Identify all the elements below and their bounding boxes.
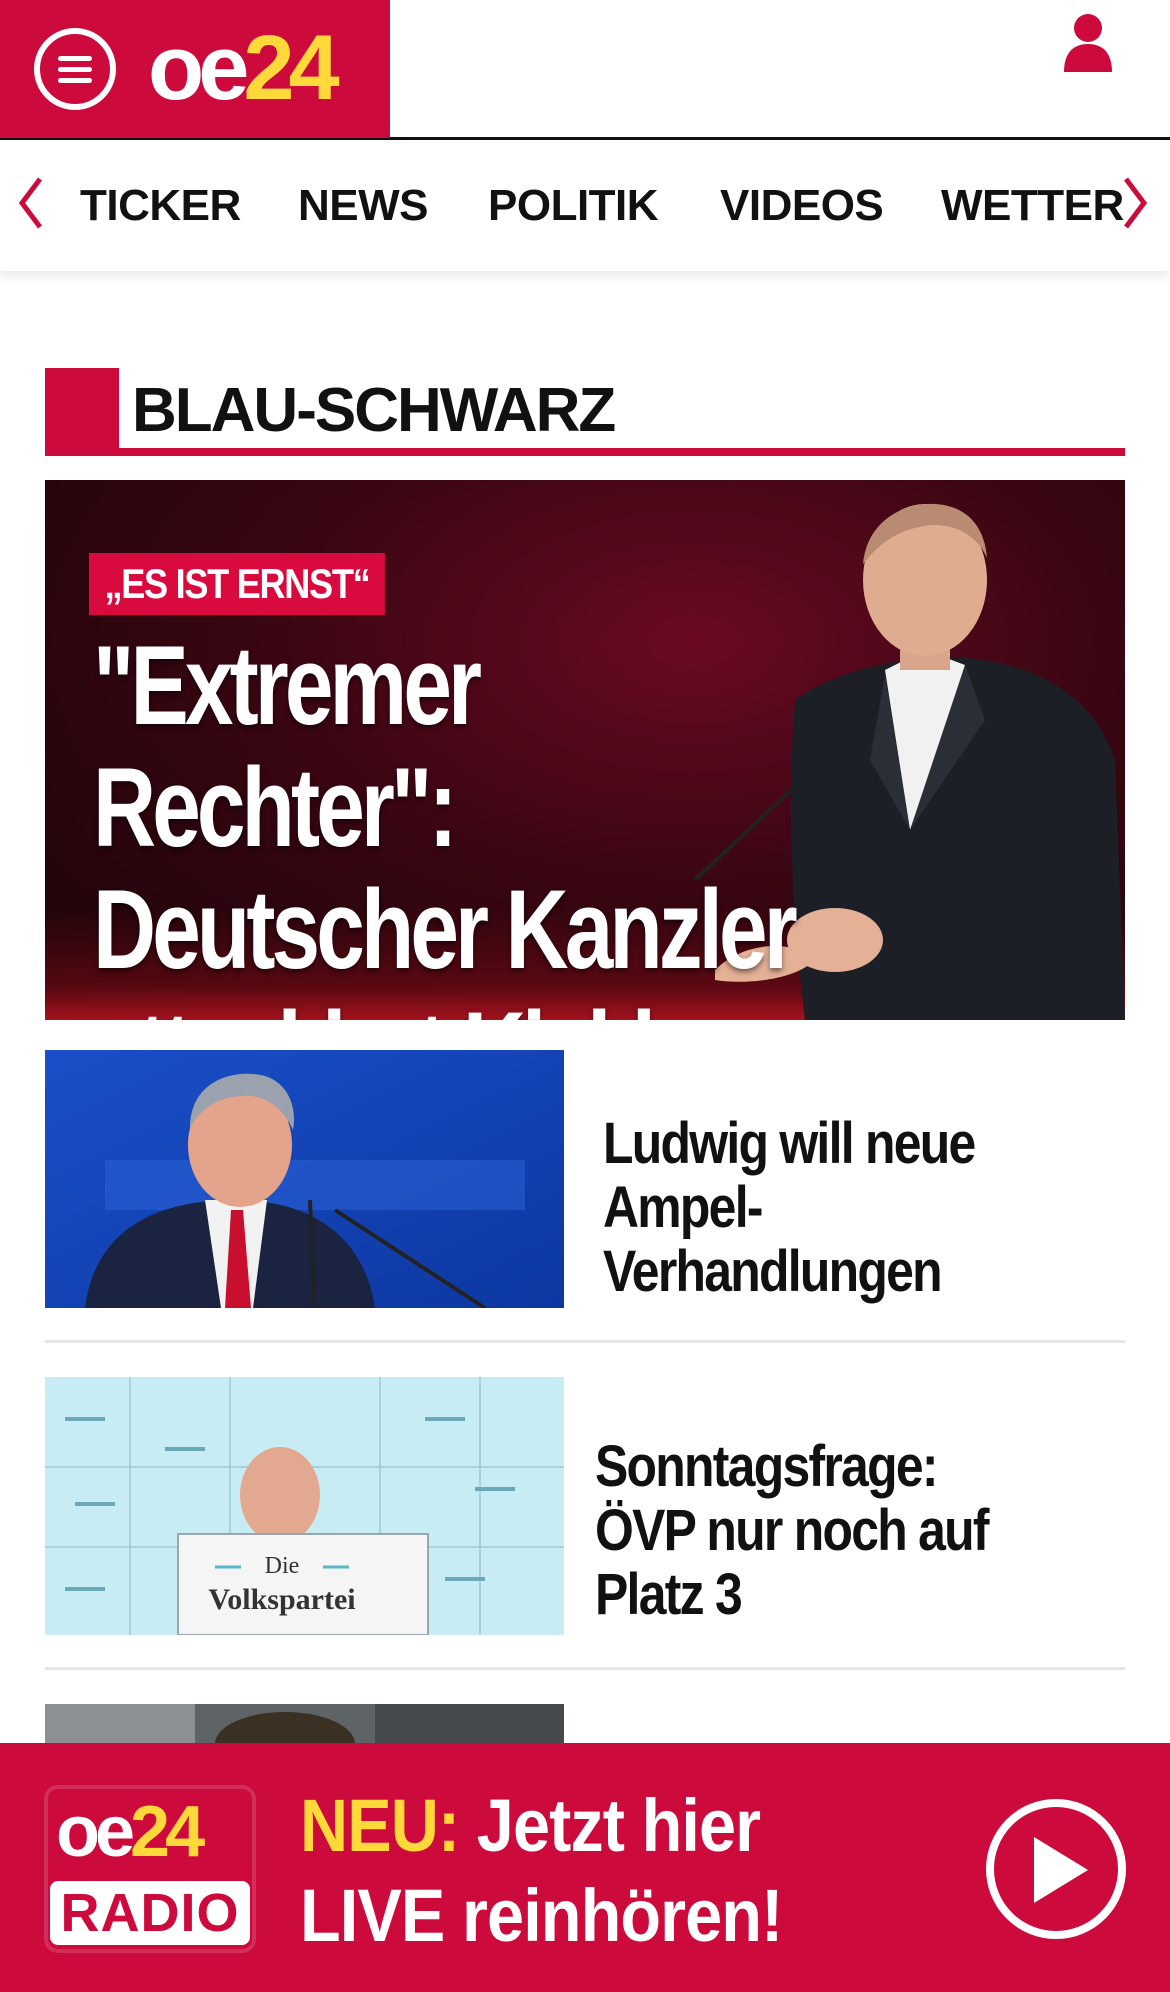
section-title[interactable]: BLAU-SCHWARZ: [132, 376, 616, 446]
radio-promo-line2: LIVE reinhören!: [300, 1874, 783, 1957]
podium-text-top: Die: [265, 1553, 300, 1579]
section-underline: [119, 448, 1125, 456]
hero-article[interactable]: „ES IST ERNST“ "Extremer Rechter": Deuts…: [45, 480, 1125, 1020]
chevron-left-icon[interactable]: [14, 173, 48, 233]
radio-promo-bar[interactable]: oe24 RADIO NEU: Jetzt hier LIVE reinhöre…: [0, 1743, 1170, 1992]
play-button[interactable]: [986, 1799, 1126, 1939]
hero-kicker-badge: „ES IST ERNST“: [89, 553, 385, 615]
nav-item-news[interactable]: NEWS: [298, 181, 429, 231]
article-divider: [45, 1340, 1125, 1343]
hero-headline[interactable]: "Extremer Rechter": Deutscher Kanzler at…: [93, 625, 857, 1021]
brand-block: oe24: [0, 0, 390, 138]
nav-item-wetter[interactable]: WETTER: [941, 181, 1124, 231]
user-icon[interactable]: [1062, 12, 1114, 72]
article-divider: [45, 1667, 1125, 1670]
section-heading: BLAU-SCHWARZ: [45, 368, 1125, 456]
article-thumbnail: [45, 1704, 564, 1744]
podium-text-bottom: Volkspartei: [208, 1583, 355, 1616]
section-marker: [45, 368, 119, 456]
nav-item-videos[interactable]: VIDEOS: [720, 181, 884, 231]
play-icon: [1034, 1837, 1088, 1903]
article-teaser[interactable]: Ludwig will neue Ampel-Verhandlungen: [45, 1050, 1125, 1308]
article-headline[interactable]: Ludwig will neue Ampel-Verhandlungen: [603, 1112, 1050, 1304]
article-thumbnail-ludwig: [45, 1050, 564, 1308]
site-header: oe24: [0, 0, 1170, 140]
category-nav: TICKER NEWS POLITIK VIDEOS WETTER: [0, 141, 1170, 271]
article-teaser[interactable]: Die Volkspartei Sonntagsfrage: ÖVP nur n…: [45, 1377, 1125, 1635]
article-thumbnail-oevp: Die Volkspartei: [45, 1377, 564, 1635]
radio-logo: oe24 RADIO: [44, 1785, 256, 1953]
site-logo[interactable]: oe24: [148, 18, 340, 118]
hamburger-menu-icon[interactable]: [34, 28, 116, 110]
nav-item-ticker[interactable]: TICKER: [80, 181, 241, 231]
article-headline[interactable]: Sonntagsfrage: ÖVP nur noch auf Platz 3: [595, 1435, 1042, 1627]
article-teaser[interactable]: [45, 1704, 1125, 1744]
chevron-right-icon[interactable]: [1118, 173, 1152, 233]
nav-item-politik[interactable]: POLITIK: [488, 181, 659, 231]
radio-label: RADIO: [50, 1881, 250, 1945]
radio-promo-line1: NEU: Jetzt hier: [300, 1784, 761, 1867]
